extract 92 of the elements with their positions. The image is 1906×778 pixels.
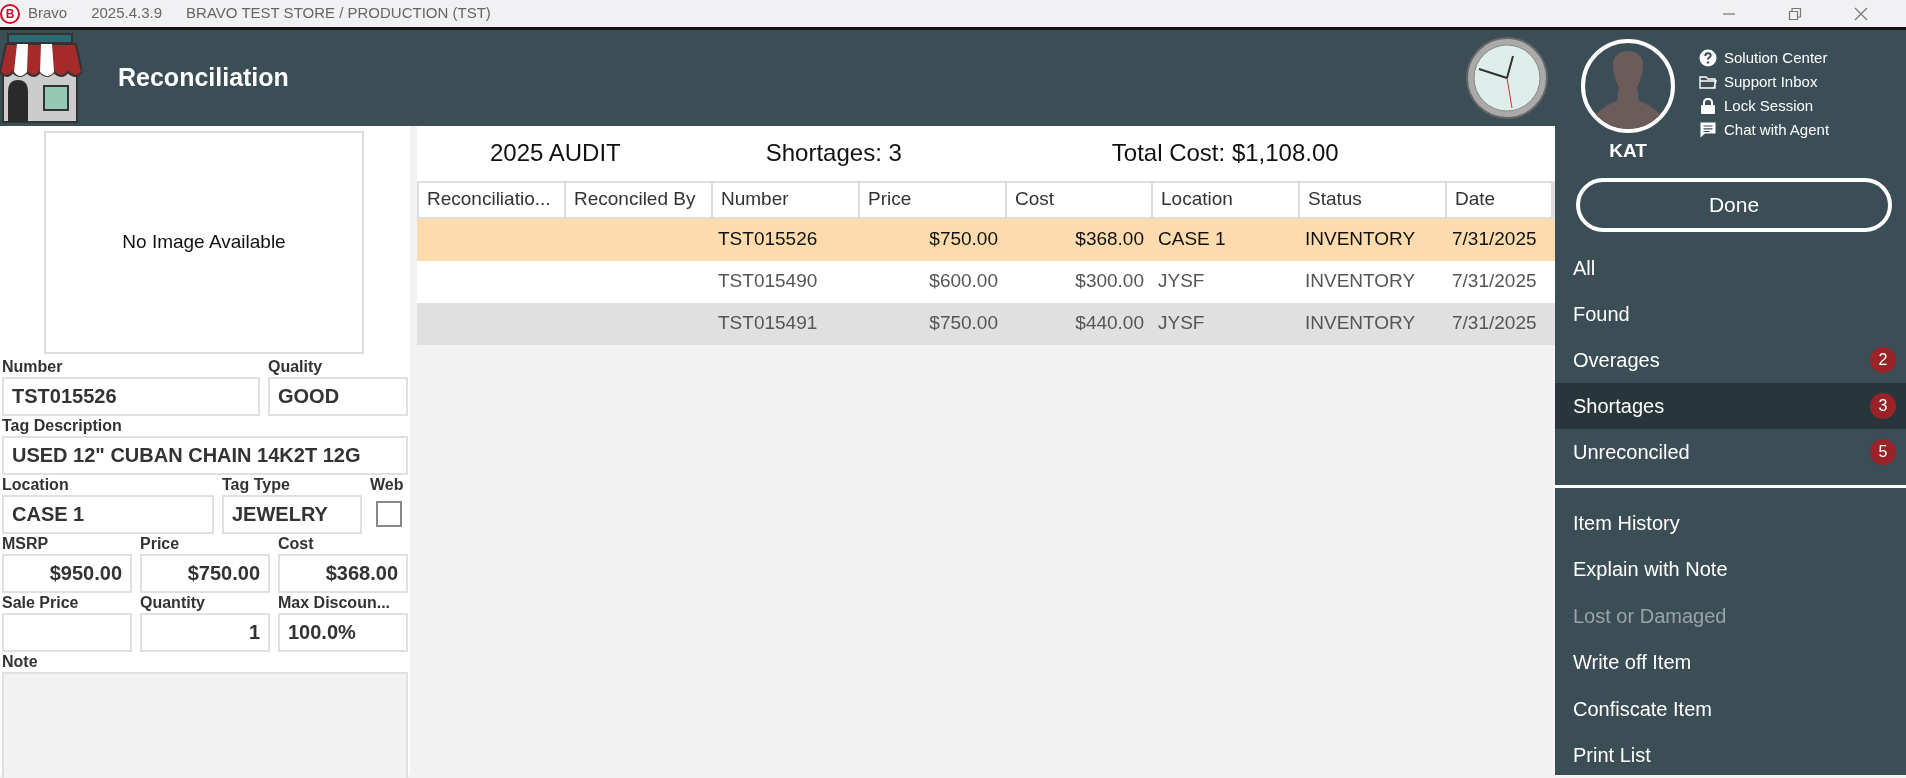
input-field[interactable]: $750.00 bbox=[140, 553, 270, 593]
user-avatar[interactable] bbox=[1581, 39, 1675, 133]
input-field[interactable]: JEWELRY bbox=[222, 494, 362, 534]
table-cell-text: TST015491 bbox=[717, 311, 819, 336]
chat-icon bbox=[1699, 121, 1717, 139]
column-header[interactable]: Cost bbox=[1007, 182, 1153, 217]
field-label: Tag Description bbox=[2, 415, 123, 436]
input-field[interactable]: 100.0% bbox=[278, 612, 408, 652]
table-cell-text: 7/31/2025 bbox=[1451, 269, 1538, 294]
table-row[interactable]: TST015491 $750.00 $440.00 JYSF INVENTORY 7/31/2025 bbox=[417, 302, 1555, 345]
menu-link[interactable]: Solution Center bbox=[1699, 46, 1830, 70]
input-field[interactable]: CASE 1 bbox=[2, 494, 214, 534]
table-cell-text: $440.00 bbox=[1074, 311, 1145, 336]
field-label: Tag Type bbox=[222, 474, 291, 495]
count-badge: 2 bbox=[1870, 346, 1896, 373]
field-label: Cost bbox=[278, 533, 315, 554]
field-label: Location bbox=[2, 474, 70, 495]
store-name: BRAVO TEST STORE / PRODUCTION (TST) bbox=[186, 3, 491, 24]
table-row[interactable]: TST015490 $600.00 $300.00 JYSF INVENTORY 7/31/2025 bbox=[417, 260, 1555, 303]
filter-item[interactable]: Unreconciled 5 bbox=[1555, 428, 1906, 475]
table-cell-text: TST015490 bbox=[717, 269, 819, 294]
table-cell-text: JYSF bbox=[1157, 311, 1206, 336]
no-image-text: No Image Available bbox=[122, 229, 286, 254]
field-label: Quality bbox=[268, 356, 324, 377]
field-label: Number bbox=[2, 356, 64, 377]
filter-item[interactable]: All bbox=[1555, 244, 1906, 291]
column-header[interactable]: Number bbox=[713, 182, 860, 217]
clock-icon bbox=[1465, 35, 1549, 120]
filter-item[interactable]: Overages 2 bbox=[1555, 336, 1906, 383]
store-icon bbox=[0, 31, 82, 124]
input-field[interactable]: $368.00 bbox=[278, 553, 408, 593]
table-cell-text: $750.00 bbox=[928, 227, 999, 252]
field-label: Quantity bbox=[140, 592, 206, 613]
input-field[interactable]: TST015526 bbox=[2, 376, 260, 416]
table-cell-text: INVENTORY bbox=[1304, 227, 1417, 252]
help-icon bbox=[1699, 49, 1717, 67]
field-label: MSRP bbox=[2, 533, 50, 554]
input-field[interactable]: 1 bbox=[140, 612, 270, 652]
table-cell-text: $750.00 bbox=[928, 311, 999, 336]
note-field[interactable] bbox=[2, 671, 408, 778]
table-row[interactable]: TST015526 $750.00 $368.00 CASE 1 INVENTORY 7/31/2025 bbox=[417, 218, 1555, 261]
app-name: Bravo bbox=[28, 3, 68, 24]
action-item[interactable]: Explain with Note bbox=[1555, 546, 1906, 593]
column-header[interactable]: Location bbox=[1153, 182, 1300, 217]
input-field[interactable]: USED 12" CUBAN CHAIN 14K2T 12G bbox=[2, 435, 408, 475]
table-cell-text: INVENTORY bbox=[1304, 269, 1417, 294]
action-item[interactable]: Print List bbox=[1555, 732, 1906, 778]
page-title: Reconciliation bbox=[118, 62, 289, 94]
field-label: Web bbox=[370, 474, 405, 495]
menu-link[interactable]: Lock Session bbox=[1699, 94, 1830, 118]
table-cell-text: 7/31/2025 bbox=[1451, 311, 1538, 336]
shortages-count: Shortages: 3 bbox=[765, 138, 902, 169]
field-label: Max Discoun... bbox=[278, 592, 392, 613]
field-label: Sale Price bbox=[2, 592, 80, 613]
close-icon[interactable] bbox=[1854, 6, 1868, 21]
table-cell-text: $300.00 bbox=[1074, 269, 1145, 294]
action-item[interactable]: Write off Item bbox=[1555, 639, 1906, 686]
menu-link[interactable]: Support Inbox bbox=[1699, 70, 1830, 94]
table-cell-text: 7/31/2025 bbox=[1451, 227, 1538, 252]
table-cell-text: JYSF bbox=[1157, 269, 1206, 294]
field-label: Price bbox=[140, 533, 181, 554]
table-cell-text: INVENTORY bbox=[1304, 311, 1417, 336]
count-badge: 3 bbox=[1870, 392, 1896, 419]
input-field[interactable] bbox=[2, 612, 132, 652]
user-name: KAT bbox=[1609, 139, 1647, 163]
restore-icon[interactable] bbox=[1788, 6, 1802, 21]
input-field[interactable]: $950.00 bbox=[2, 553, 132, 593]
total-cost: Total Cost: $1,108.00 bbox=[1111, 138, 1339, 169]
column-header[interactable]: Price bbox=[860, 182, 1007, 217]
app-version: 2025.4.3.9 bbox=[91, 3, 163, 24]
table-cell-text: $600.00 bbox=[928, 269, 999, 294]
filter-item[interactable]: Shortages 3 bbox=[1555, 382, 1906, 429]
column-header[interactable]: Status bbox=[1300, 182, 1447, 217]
done-button[interactable]: Done bbox=[1576, 177, 1892, 232]
field-label: Note bbox=[2, 651, 39, 672]
lock-icon bbox=[1699, 97, 1717, 115]
input-field[interactable]: GOOD bbox=[268, 376, 408, 416]
column-header[interactable]: Reconciliatio... bbox=[419, 182, 566, 217]
folder-icon bbox=[1699, 73, 1717, 91]
table-cell-text: CASE 1 bbox=[1157, 227, 1227, 252]
action-item[interactable]: Item History bbox=[1555, 499, 1906, 546]
column-header[interactable]: Reconciled By bbox=[566, 182, 713, 217]
action-item[interactable]: Confiscate Item bbox=[1555, 685, 1906, 732]
app-logo: B bbox=[0, 3, 20, 24]
audit-name: 2025 AUDIT bbox=[490, 138, 621, 169]
table-cell-text: $368.00 bbox=[1074, 227, 1145, 252]
web-checkbox[interactable] bbox=[376, 500, 402, 527]
count-badge: 5 bbox=[1870, 438, 1896, 465]
menu-link[interactable]: Chat with Agent bbox=[1699, 118, 1830, 142]
column-header[interactable]: Date bbox=[1447, 182, 1553, 217]
table-cell-text: TST015526 bbox=[717, 227, 819, 252]
filter-item[interactable]: Found bbox=[1555, 290, 1906, 337]
